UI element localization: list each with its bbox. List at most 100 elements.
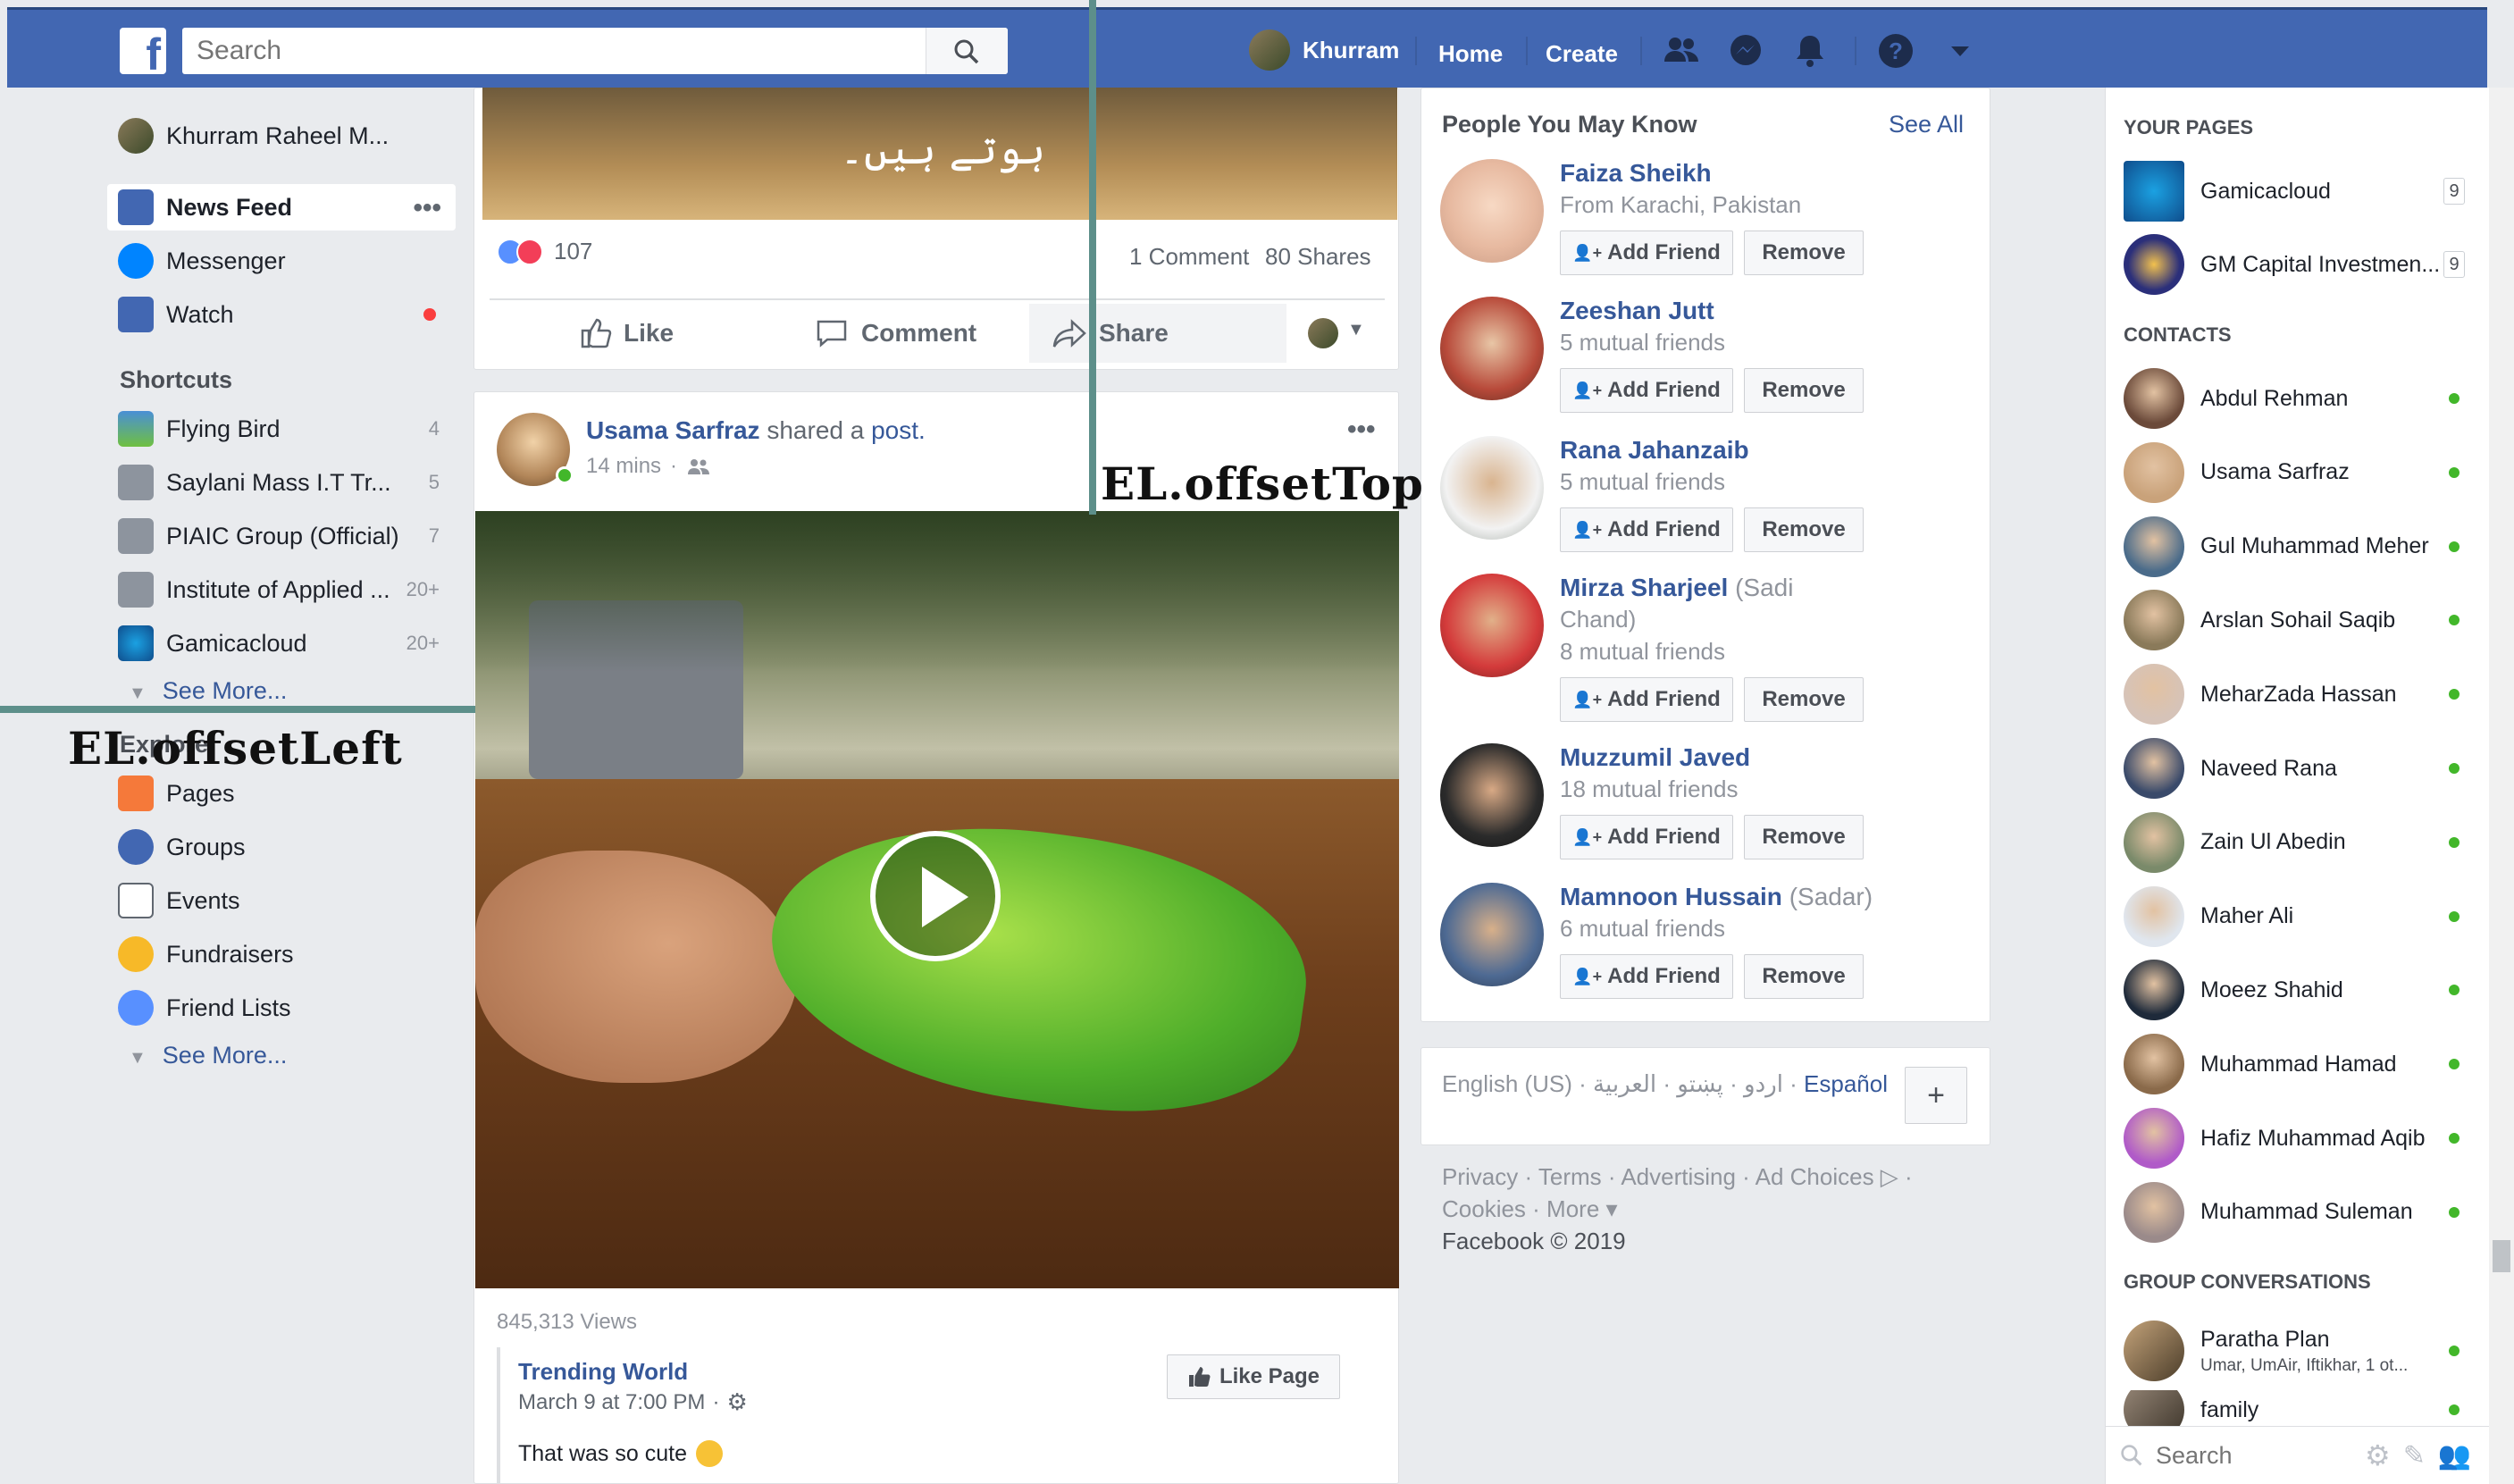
avatar[interactable] (1440, 574, 1544, 677)
pymk-name[interactable]: Rana Jahanzaib (1560, 436, 1749, 465)
person-name[interactable]: Rana Jahanzaib (1560, 436, 1749, 464)
contact-item[interactable]: Arslan Sohail Saqib (2124, 588, 2481, 652)
play-icon[interactable] (870, 831, 1001, 961)
sidebar-item-profile[interactable]: Khurram Raheel M... (107, 113, 456, 159)
facebook-logo-icon[interactable]: f (120, 28, 166, 74)
contact-item[interactable]: Hafiz Muhammad Aqib (2124, 1106, 2481, 1170)
remove-button[interactable]: Remove (1744, 815, 1864, 859)
add-friend-button[interactable]: 👤+ Add Friend (1560, 368, 1733, 413)
compose-icon[interactable]: ✎ (2403, 1440, 2426, 1471)
sidebar-item-watch[interactable]: Watch (107, 291, 456, 338)
help-icon[interactable]: ? (1876, 31, 1915, 71)
gear-icon[interactable]: ⚙ (2365, 1438, 2391, 1472)
add-friend-button[interactable]: 👤+ Add Friend (1560, 507, 1733, 552)
sidebar-item-shortcut[interactable]: Flying Bird 4 (107, 406, 456, 452)
post-link[interactable]: post. (871, 416, 926, 444)
contact-item[interactable]: Zain Ul Abedin (2124, 810, 2481, 875)
footer-links[interactable]: Privacy · Terms · Advertising · Ad Choic… (1442, 1163, 1913, 1191)
pymk-name[interactable]: Mamnoon Hussain (Sadar) (1560, 883, 1873, 911)
see-more-link[interactable]: ▼ See More... (129, 677, 287, 705)
post-options-icon[interactable]: ••• (1347, 415, 1376, 445)
group-conversation-item[interactable]: family (2124, 1390, 2481, 1430)
comment-count[interactable]: 1 Comment (1129, 243, 1249, 271)
search-input[interactable] (182, 28, 915, 74)
post-author-link[interactable]: Usama Sarfraz (586, 416, 760, 444)
person-name[interactable]: Muzzumil Javed (1560, 743, 1750, 771)
person-name[interactable]: Mirza Sharjeel (1560, 574, 1728, 601)
reaction-summary[interactable]: 107 (497, 238, 592, 265)
remove-button[interactable]: Remove (1744, 954, 1864, 999)
language-options[interactable]: English (US) · اردو · پښتو · العربية · (1442, 1070, 1804, 1097)
contact-item[interactable]: Gul Muhammad Meher (2124, 515, 2481, 579)
avatar[interactable] (1308, 318, 1338, 348)
like-button[interactable]: Like (579, 304, 674, 363)
contact-item[interactable]: Usama Sarfraz (2124, 440, 2481, 505)
gear-icon[interactable]: ⚙ (726, 1388, 747, 1416)
person-name[interactable]: Zeeshan Jutt (1560, 297, 1714, 324)
remove-button[interactable]: Remove (1744, 507, 1864, 552)
sidebar-item-news-feed[interactable]: News Feed ••• (107, 184, 456, 231)
chat-search-input[interactable] (2156, 1441, 2352, 1470)
sidebar-item-groups[interactable]: Groups (107, 824, 456, 870)
contact-item[interactable]: Moeez Shahid (2124, 958, 2481, 1022)
sidebar-item-shortcut[interactable]: PIAIC Group (Official) 7 (107, 513, 456, 559)
search-button[interactable] (926, 28, 1008, 74)
post-video[interactable] (475, 511, 1399, 1288)
add-friend-button[interactable]: 👤+ Add Friend (1560, 231, 1733, 275)
remove-button[interactable]: Remove (1744, 368, 1864, 413)
sidebar-item-events[interactable]: Events (107, 877, 456, 924)
sidebar-item-messenger[interactable]: Messenger (107, 238, 456, 284)
add-language-button[interactable]: + (1905, 1067, 1967, 1124)
add-group-icon[interactable]: 👥 (2438, 1440, 2471, 1471)
post-timestamp[interactable]: 14 mins (586, 454, 661, 479)
sidebar-item-pages[interactable]: Pages (107, 770, 456, 817)
notifications-bell-icon[interactable] (1790, 31, 1830, 71)
see-all-link[interactable]: See All (1889, 111, 1964, 138)
pymk-name[interactable]: Zeeshan Jutt (1560, 297, 1714, 325)
sidebar-item-shortcut[interactable]: Gamicacloud 20+ (107, 620, 456, 667)
footer-links-2[interactable]: Cookies · More ▾ (1442, 1195, 1618, 1223)
pymk-name[interactable]: Faiza Sheikh (1560, 159, 1712, 188)
sidebar-item-shortcut[interactable]: Saylani Mass I.T Tr... 5 (107, 459, 456, 506)
shared-post-time[interactable]: March 9 at 7:00 PM (518, 1390, 705, 1415)
comment-button[interactable]: Comment (815, 304, 976, 363)
pymk-name[interactable]: Mirza Sharjeel (Sadi (1560, 574, 1793, 602)
avatar[interactable] (1440, 159, 1544, 263)
contact-item[interactable]: Maher Ali (2124, 885, 2481, 949)
add-friend-button[interactable]: 👤+ Add Friend (1560, 815, 1733, 859)
contact-item[interactable]: Muhammad Hamad (2124, 1032, 2481, 1096)
sidebar-item-fundraisers[interactable]: Fundraisers (107, 931, 456, 977)
share-count[interactable]: 80 Shares (1265, 243, 1371, 271)
nav-profile-link[interactable]: Khurram (1249, 29, 1399, 71)
friend-requests-icon[interactable] (1662, 31, 1701, 71)
contact-item[interactable]: Naveed Rana (2124, 736, 2481, 801)
language-espanol-link[interactable]: Español (1804, 1070, 1888, 1097)
person-name[interactable]: Faiza Sheikh (1560, 159, 1712, 187)
see-more-link[interactable]: ▼ See More... (129, 1042, 287, 1069)
audience-chevron-icon[interactable]: ▼ (1347, 320, 1365, 340)
sidebar-item-friend-lists[interactable]: Friend Lists (107, 985, 456, 1031)
shared-page-name[interactable]: Trending World (518, 1358, 688, 1386)
more-options-icon[interactable]: ••• (413, 193, 441, 223)
scrollbar-track[interactable] (2489, 88, 2514, 1484)
add-friend-button[interactable]: 👤+ Add Friend (1560, 677, 1733, 722)
avatar[interactable] (1440, 436, 1544, 540)
messenger-icon[interactable] (1726, 31, 1765, 71)
contact-item[interactable]: Abdul Rehman (2124, 366, 2481, 431)
account-menu-chevron-icon[interactable] (1940, 31, 1980, 71)
person-name[interactable]: Mamnoon Hussain (1560, 883, 1782, 910)
contact-item[interactable]: Muhammad Suleman (2124, 1180, 2481, 1245)
sidebar-item-shortcut[interactable]: Institute of Applied ... 20+ (107, 566, 456, 613)
avatar[interactable] (1440, 297, 1544, 400)
nav-home-link[interactable]: Home (1438, 40, 1503, 68)
page-item[interactable]: Gamicacloud 9 (2124, 159, 2481, 223)
scrollbar-thumb[interactable] (2493, 1240, 2510, 1272)
share-button[interactable]: Share (1029, 304, 1286, 363)
like-page-button[interactable]: Like Page (1167, 1354, 1340, 1399)
contact-item[interactable]: MeharZada Hassan (2124, 662, 2481, 726)
page-item[interactable]: GM Capital Investmen... 9 (2124, 232, 2481, 297)
friends-audience-icon[interactable] (686, 457, 711, 476)
add-friend-button[interactable]: 👤+ Add Friend (1560, 954, 1733, 999)
remove-button[interactable]: Remove (1744, 231, 1864, 275)
group-conversation-item[interactable]: Paratha Plan Umar, UmAir, Iftikhar, 1 ot… (2124, 1315, 2481, 1387)
